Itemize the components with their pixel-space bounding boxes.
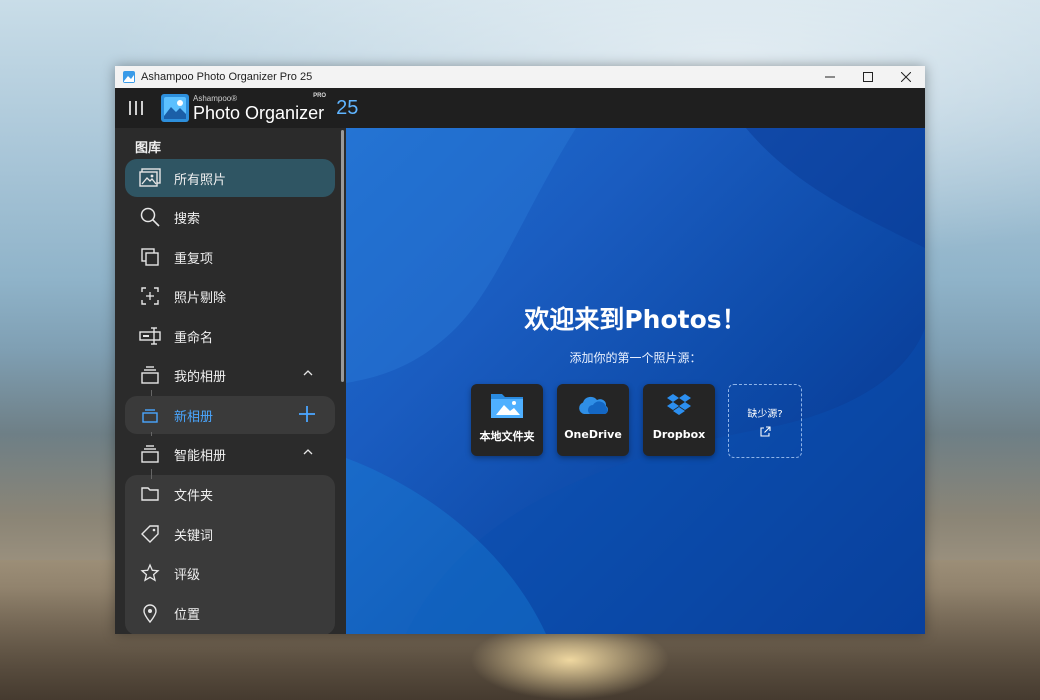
location-icon — [139, 602, 161, 624]
photo-organizer-logo-icon — [161, 94, 189, 122]
app-body: 图库 所有照片 搜索 重复项 照片剔除 重命名 我的相册 新相册 智能相册 文件… — [115, 128, 925, 634]
minimize-icon — [825, 76, 835, 78]
sidebar-item-duplicates[interactable]: 重复项 — [125, 238, 335, 276]
background-waves — [346, 128, 925, 634]
star-icon — [139, 562, 161, 584]
brand-version: 25 — [336, 96, 359, 119]
sidebar-item-cull[interactable]: 照片剔除 — [125, 277, 335, 315]
source-label: 本地文件夹 — [479, 430, 535, 443]
app-icon — [123, 71, 135, 83]
chevron-up-icon[interactable] — [301, 366, 315, 380]
menu-bar — [135, 101, 137, 115]
sidebar-item-label: 重命名 — [174, 330, 214, 346]
minimize-button[interactable] — [811, 66, 849, 88]
menu-bar — [129, 101, 131, 115]
welcome-panel: 欢迎来到Photos！ 添加你的第一个照片源： 本地文件夹 OneDrive D… — [346, 128, 925, 634]
album-icon — [139, 364, 161, 386]
source-label: 缺少源? — [747, 409, 783, 420]
cull-icon — [139, 285, 161, 307]
sidebar-item-label: 关键词 — [174, 528, 214, 544]
folder-icon — [139, 483, 161, 505]
tag-icon — [139, 523, 161, 545]
add-album-plus-icon[interactable] — [297, 404, 317, 424]
missing-source-link[interactable]: 缺少源? — [728, 384, 802, 458]
maximize-icon — [863, 72, 873, 82]
welcome-subtitle: 添加你的第一个照片源： — [569, 351, 702, 365]
sidebar-item-ratings[interactable]: 评级 — [125, 554, 335, 592]
sidebar-item-folders[interactable]: 文件夹 — [125, 475, 335, 513]
smart-album-icon — [139, 443, 161, 465]
sidebar-item-my-albums[interactable]: 我的相册 — [125, 356, 335, 394]
brand-pro-badge: PRO — [313, 92, 327, 99]
rename-icon — [139, 325, 161, 347]
brand-company: Ashampoo® — [193, 93, 238, 103]
sidebar-item-label: 位置 — [174, 607, 201, 623]
duplicates-icon — [139, 246, 161, 268]
sidebar-item-all-photos[interactable]: 所有照片 — [125, 159, 335, 197]
source-onedrive-button[interactable]: OneDrive — [557, 384, 629, 456]
local-folder-icon — [490, 391, 524, 419]
chevron-up-icon[interactable] — [301, 445, 315, 459]
source-local-folder-button[interactable]: 本地文件夹 — [471, 384, 543, 456]
close-button[interactable] — [887, 66, 925, 88]
sidebar-item-rename[interactable]: 重命名 — [125, 317, 335, 355]
source-dropbox-button[interactable]: Dropbox — [643, 384, 715, 456]
source-label: OneDrive — [564, 428, 622, 441]
brand-product: Photo Organizer — [193, 102, 325, 123]
welcome-title: 欢迎来到Photos！ — [524, 305, 747, 334]
sidebar-item-new-album[interactable]: 新相册 — [125, 396, 335, 434]
window-controls — [811, 66, 925, 88]
sidebar-item-search[interactable]: 搜索 — [125, 198, 335, 236]
sidebar-item-label: 智能相册 — [174, 448, 227, 464]
dropbox-icon — [662, 391, 696, 419]
window-title: Ashampoo Photo Organizer Pro 25 — [141, 71, 313, 83]
sidebar-item-keywords[interactable]: 关键词 — [125, 515, 335, 553]
sidebar-item-label: 新相册 — [174, 409, 214, 425]
menu-bar — [141, 101, 143, 115]
photos-icon — [139, 167, 161, 189]
close-icon — [901, 72, 911, 82]
app-header: Ashampoo® Photo Organizer PRO 25 — [115, 88, 925, 128]
sidebar-item-label: 搜索 — [174, 211, 201, 227]
source-label: Dropbox — [652, 428, 706, 441]
brand-text: Ashampoo® Photo Organizer PRO — [193, 92, 327, 123]
app-window: Ashampoo Photo Organizer Pro 25 Ashampoo… — [115, 66, 925, 634]
sidebar-item-label: 评级 — [174, 567, 201, 583]
sidebar-item-label: 文件夹 — [174, 488, 214, 504]
sidebar-item-label: 所有照片 — [174, 172, 227, 188]
new-album-icon — [139, 404, 161, 426]
search-icon — [139, 206, 161, 228]
library-section-title: 图库 — [135, 141, 162, 156]
sidebar-item-locations[interactable]: 位置 — [125, 594, 335, 632]
sidebar-item-label: 我的相册 — [174, 369, 227, 385]
external-link-icon — [760, 426, 771, 437]
sidebar-item-smart-albums[interactable]: 智能相册 — [125, 435, 335, 473]
sidebar: 图库 所有照片 搜索 重复项 照片剔除 重命名 我的相册 新相册 智能相册 文件… — [115, 128, 345, 634]
title-bar[interactable]: Ashampoo Photo Organizer Pro 25 — [115, 66, 925, 88]
sidebar-item-label: 照片剔除 — [174, 290, 227, 306]
onedrive-icon — [576, 391, 610, 419]
maximize-button[interactable] — [849, 66, 887, 88]
sidebar-scrollbar[interactable] — [341, 130, 344, 382]
menu-toggle-button[interactable] — [129, 101, 143, 115]
sidebar-item-label: 重复项 — [174, 251, 214, 267]
